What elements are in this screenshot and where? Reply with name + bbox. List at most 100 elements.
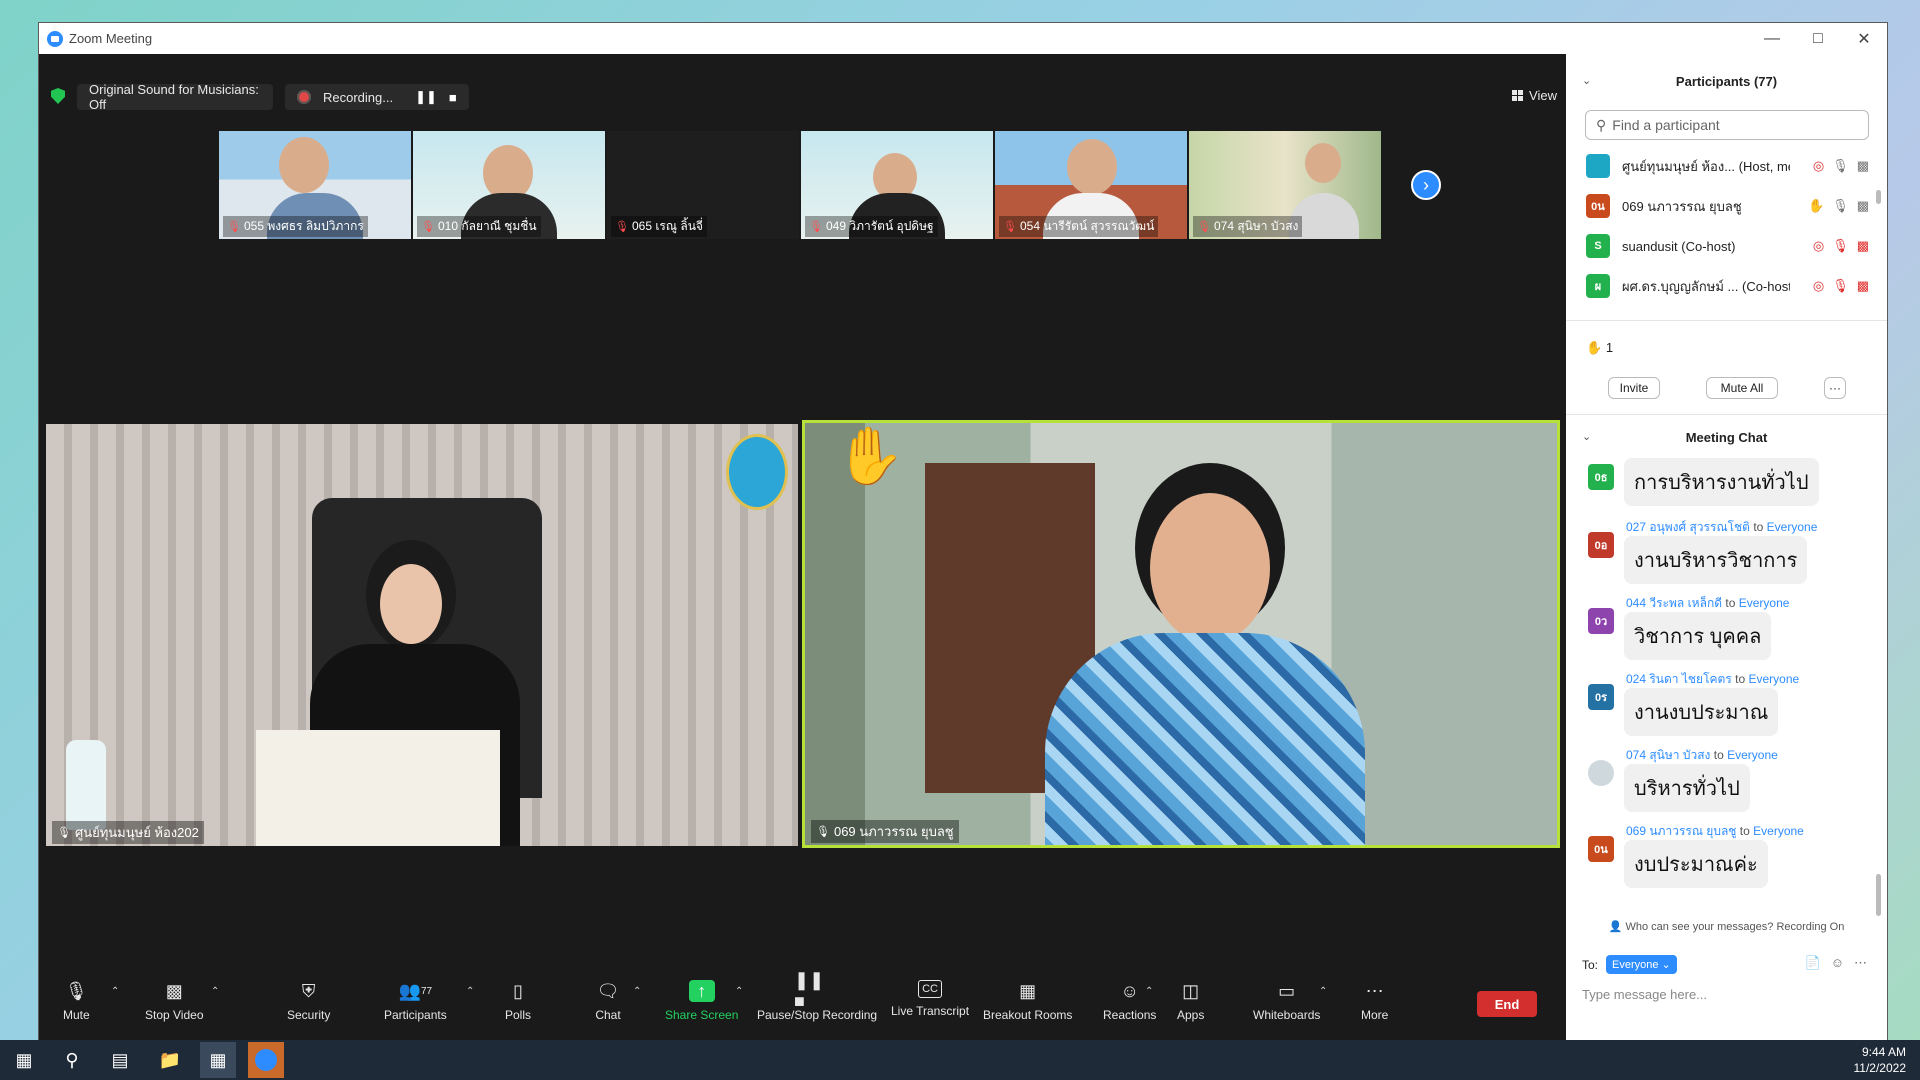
avatar: S <box>1586 234 1610 258</box>
tile-label: 🎙 069 นภาวรรณ ยุบลชู <box>811 820 959 843</box>
next-page-button[interactable]: › <box>1411 170 1441 200</box>
avatar: 0ร <box>1588 684 1614 710</box>
message-text: งบประมาณค่ะ <box>1624 840 1768 888</box>
pause-recording-icon[interactable]: ❚❚ <box>415 89 437 105</box>
raised-hand-icon: ✋ <box>1808 198 1825 213</box>
raised-hand-icon: ✋ <box>1586 340 1603 355</box>
message-sender: 024 รินดา ไชยโคตร to Everyone <box>1626 672 1800 686</box>
mic-muted-icon: 🎙 <box>421 221 435 233</box>
chat-message: 0น 069 นภาวรรณ ยุบลชู to Everyone งบประม… <box>1566 822 1887 888</box>
file-icon[interactable]: 📄 <box>1805 955 1821 971</box>
reactions-options-caret[interactable]: ⌃ <box>1145 986 1153 997</box>
video-tile-host[interactable]: 🎙 ศูนย์ทุนมนุษย์ ห้อง202 <box>46 424 798 846</box>
view-button[interactable]: View <box>1512 88 1557 103</box>
audio-options-caret[interactable]: ⌃ <box>111 986 119 997</box>
avatar <box>1588 760 1614 786</box>
share-screen-icon: ↑ <box>688 980 715 1002</box>
mic-muted-icon[interactable]: 🎙 <box>1832 278 1849 294</box>
participants-button[interactable]: 👥 77 Participants <box>384 980 447 1023</box>
search-icon: ⚲ <box>1596 116 1607 133</box>
recipient-row: To: Everyone ⌄ <box>1582 955 1677 974</box>
chat-options-caret[interactable]: ⌃ <box>633 986 641 997</box>
mic-muted-icon: 🎙 <box>615 221 629 233</box>
participants-options-caret[interactable]: ⌃ <box>466 986 474 997</box>
video-tile-speaker[interactable]: ✋ 🎙 069 นภาวรรณ ยุบลชู <box>802 420 1560 848</box>
participant-thumbnail[interactable]: 🎙 010 กัลยาณี ชุมชื่น <box>413 131 605 239</box>
participant-thumbnail[interactable]: 🎙 055 พงศธร ลิมปวิภากร <box>219 131 411 239</box>
stop-recording-icon[interactable]: ■ <box>449 90 457 105</box>
participant-row[interactable]: ผ ผศ.ดร.บุญญลักษม์ ... (Co-host) ◎🎙▩ <box>1566 266 1887 306</box>
raised-hand-icon: ✋ <box>835 424 905 487</box>
chat-button[interactable]: 🗨 Chat <box>595 980 621 1023</box>
security-button[interactable]: ⛨ Security <box>287 980 330 1023</box>
invite-button[interactable]: Invite <box>1608 377 1660 399</box>
taskbar-clock[interactable]: 9:44 AM 11/2/2022 <box>1854 1044 1907 1076</box>
mic-muted-icon: 🎙 <box>809 221 823 233</box>
breakout-rooms-button[interactable]: ▦ Breakout Rooms <box>983 980 1072 1023</box>
participant-name: 069 นภาวรรณ ยุบลชู <box>1622 198 1742 214</box>
search-icon[interactable]: ⚲ <box>54 1042 90 1078</box>
participants-more-button[interactable]: ··· <box>1824 377 1846 399</box>
message-sender: 044 วีระพล เหล็กดี to Everyone <box>1626 596 1790 610</box>
polls-button[interactable]: ▯ Polls <box>505 980 531 1023</box>
whiteboards-options-caret[interactable]: ⌃ <box>1319 986 1327 997</box>
share-options-caret[interactable]: ⌃ <box>735 986 743 997</box>
microphone-icon[interactable]: 🎙 <box>1832 198 1849 214</box>
video-camera-icon[interactable]: ▩ <box>1857 158 1869 174</box>
mute-all-button[interactable]: Mute All <box>1706 377 1778 399</box>
apps-button[interactable]: ◫ Apps <box>1177 980 1204 1023</box>
recipient-dropdown[interactable]: Everyone ⌄ <box>1606 955 1677 974</box>
tile-label: 🎙 ศูนย์ทุนมนุษย์ ห้อง202 <box>52 821 204 844</box>
video-options-caret[interactable]: ⌃ <box>211 986 219 997</box>
avatar: ผ <box>1586 274 1610 298</box>
video-off-icon[interactable]: ▩ <box>1857 238 1869 254</box>
share-screen-button[interactable]: ↑ Share Screen <box>665 980 738 1022</box>
end-meeting-button[interactable]: End <box>1477 991 1537 1017</box>
zoom-logo-icon <box>47 30 63 47</box>
chat-message: 074 สุนิษา บัวสง to Everyone บริหารทั่วไ… <box>1566 746 1887 812</box>
whiteboards-button[interactable]: ▭ Whiteboards <box>1253 980 1320 1023</box>
pause-stop-recording-button[interactable]: ❚❚ ■ Pause/Stop Recording <box>757 970 877 1022</box>
participant-list: ศูนย์ทุนมนุษย์ ห้อง... (Host, me) ◎🎙▩ 0น… <box>1566 146 1887 306</box>
who-can-see-link[interactable]: 👤 Who can see your messages? Recording O… <box>1566 920 1887 933</box>
chat-more-icon[interactable]: ⋯ <box>1854 955 1867 971</box>
thumbnail-label: 🎙 010 กัลยาณี ชุมชื่น <box>417 216 541 237</box>
more-button[interactable]: ⋯ More <box>1361 980 1388 1023</box>
close-icon[interactable]: ✕ <box>1841 23 1887 54</box>
to-label: To: <box>1582 957 1599 972</box>
original-sound-indicator[interactable]: Original Sound for Musicians: Off <box>77 82 273 112</box>
thumbnail-label: 🎙 065 เรณู ลิ้นจี่ <box>611 216 707 237</box>
avatar <box>1586 154 1610 178</box>
participant-row[interactable]: ศูนย์ทุนมนุษย์ ห้อง... (Host, me) ◎🎙▩ <box>1566 146 1887 186</box>
zoom-app-icon[interactable] <box>248 1042 284 1078</box>
participant-thumbnail[interactable]: 🎙 054 นารีรัตน์ สุวรรณวัฒน์ <box>995 131 1187 239</box>
mic-muted-icon[interactable]: 🎙 <box>1832 238 1849 254</box>
windows-start-icon[interactable]: ▦ <box>6 1042 42 1078</box>
shield-icon: ⛨ <box>301 980 316 1001</box>
chat-message: 0ร 024 รินดา ไชยโคตร to Everyone งานงบปร… <box>1566 670 1887 736</box>
message-input[interactable]: Type message here... <box>1582 987 1707 1002</box>
task-view-icon[interactable]: ▤ <box>102 1042 138 1078</box>
participant-row[interactable]: S suandusit (Co-host) ◎ 🎙 ▩ <box>1566 226 1887 266</box>
live-transcript-button[interactable]: CC Live Transcript <box>891 980 969 1018</box>
participant-search-input[interactable]: ⚲ Find a participant <box>1585 110 1869 140</box>
video-camera-icon[interactable]: ▩ <box>1857 198 1869 214</box>
video-off-icon[interactable]: ▩ <box>1857 278 1869 294</box>
zoom-window: Zoom Meeting — □ ✕ Original Sound for Mu… <box>38 22 1888 1041</box>
minimize-icon[interactable]: — <box>1749 23 1795 54</box>
participant-thumbnail[interactable]: 🎙 049 วิภารัตน์ อุปดิษฐ <box>801 131 993 239</box>
avatar: 0น <box>1588 836 1614 862</box>
chat-scrollbar[interactable] <box>1876 874 1881 916</box>
maximize-icon[interactable]: □ <box>1795 23 1841 54</box>
app-grid-icon[interactable]: ▦ <box>200 1042 236 1078</box>
microphone-icon[interactable]: 🎙 <box>1832 158 1849 174</box>
participant-thumbnail[interactable]: 🎙 074 สุนิษา บัวสง <box>1189 131 1381 239</box>
participant-row[interactable]: 0น 069 นภาวรรณ ยุบลชู ✋ 🎙 ▩ <box>1566 186 1887 226</box>
participant-thumbnail[interactable]: 🎙 065 เรณู ลิ้นจี่ <box>607 131 799 239</box>
mute-button[interactable]: 🎙 Mute <box>63 980 90 1023</box>
emoji-icon[interactable]: ☺ <box>1831 955 1844 971</box>
stop-video-button[interactable]: ▩ Stop Video <box>145 980 204 1023</box>
mic-icon: 🎙 <box>57 827 71 839</box>
message-text: งานบริหารวิชาการ <box>1624 536 1808 584</box>
file-explorer-icon[interactable]: 📁 <box>152 1042 188 1078</box>
